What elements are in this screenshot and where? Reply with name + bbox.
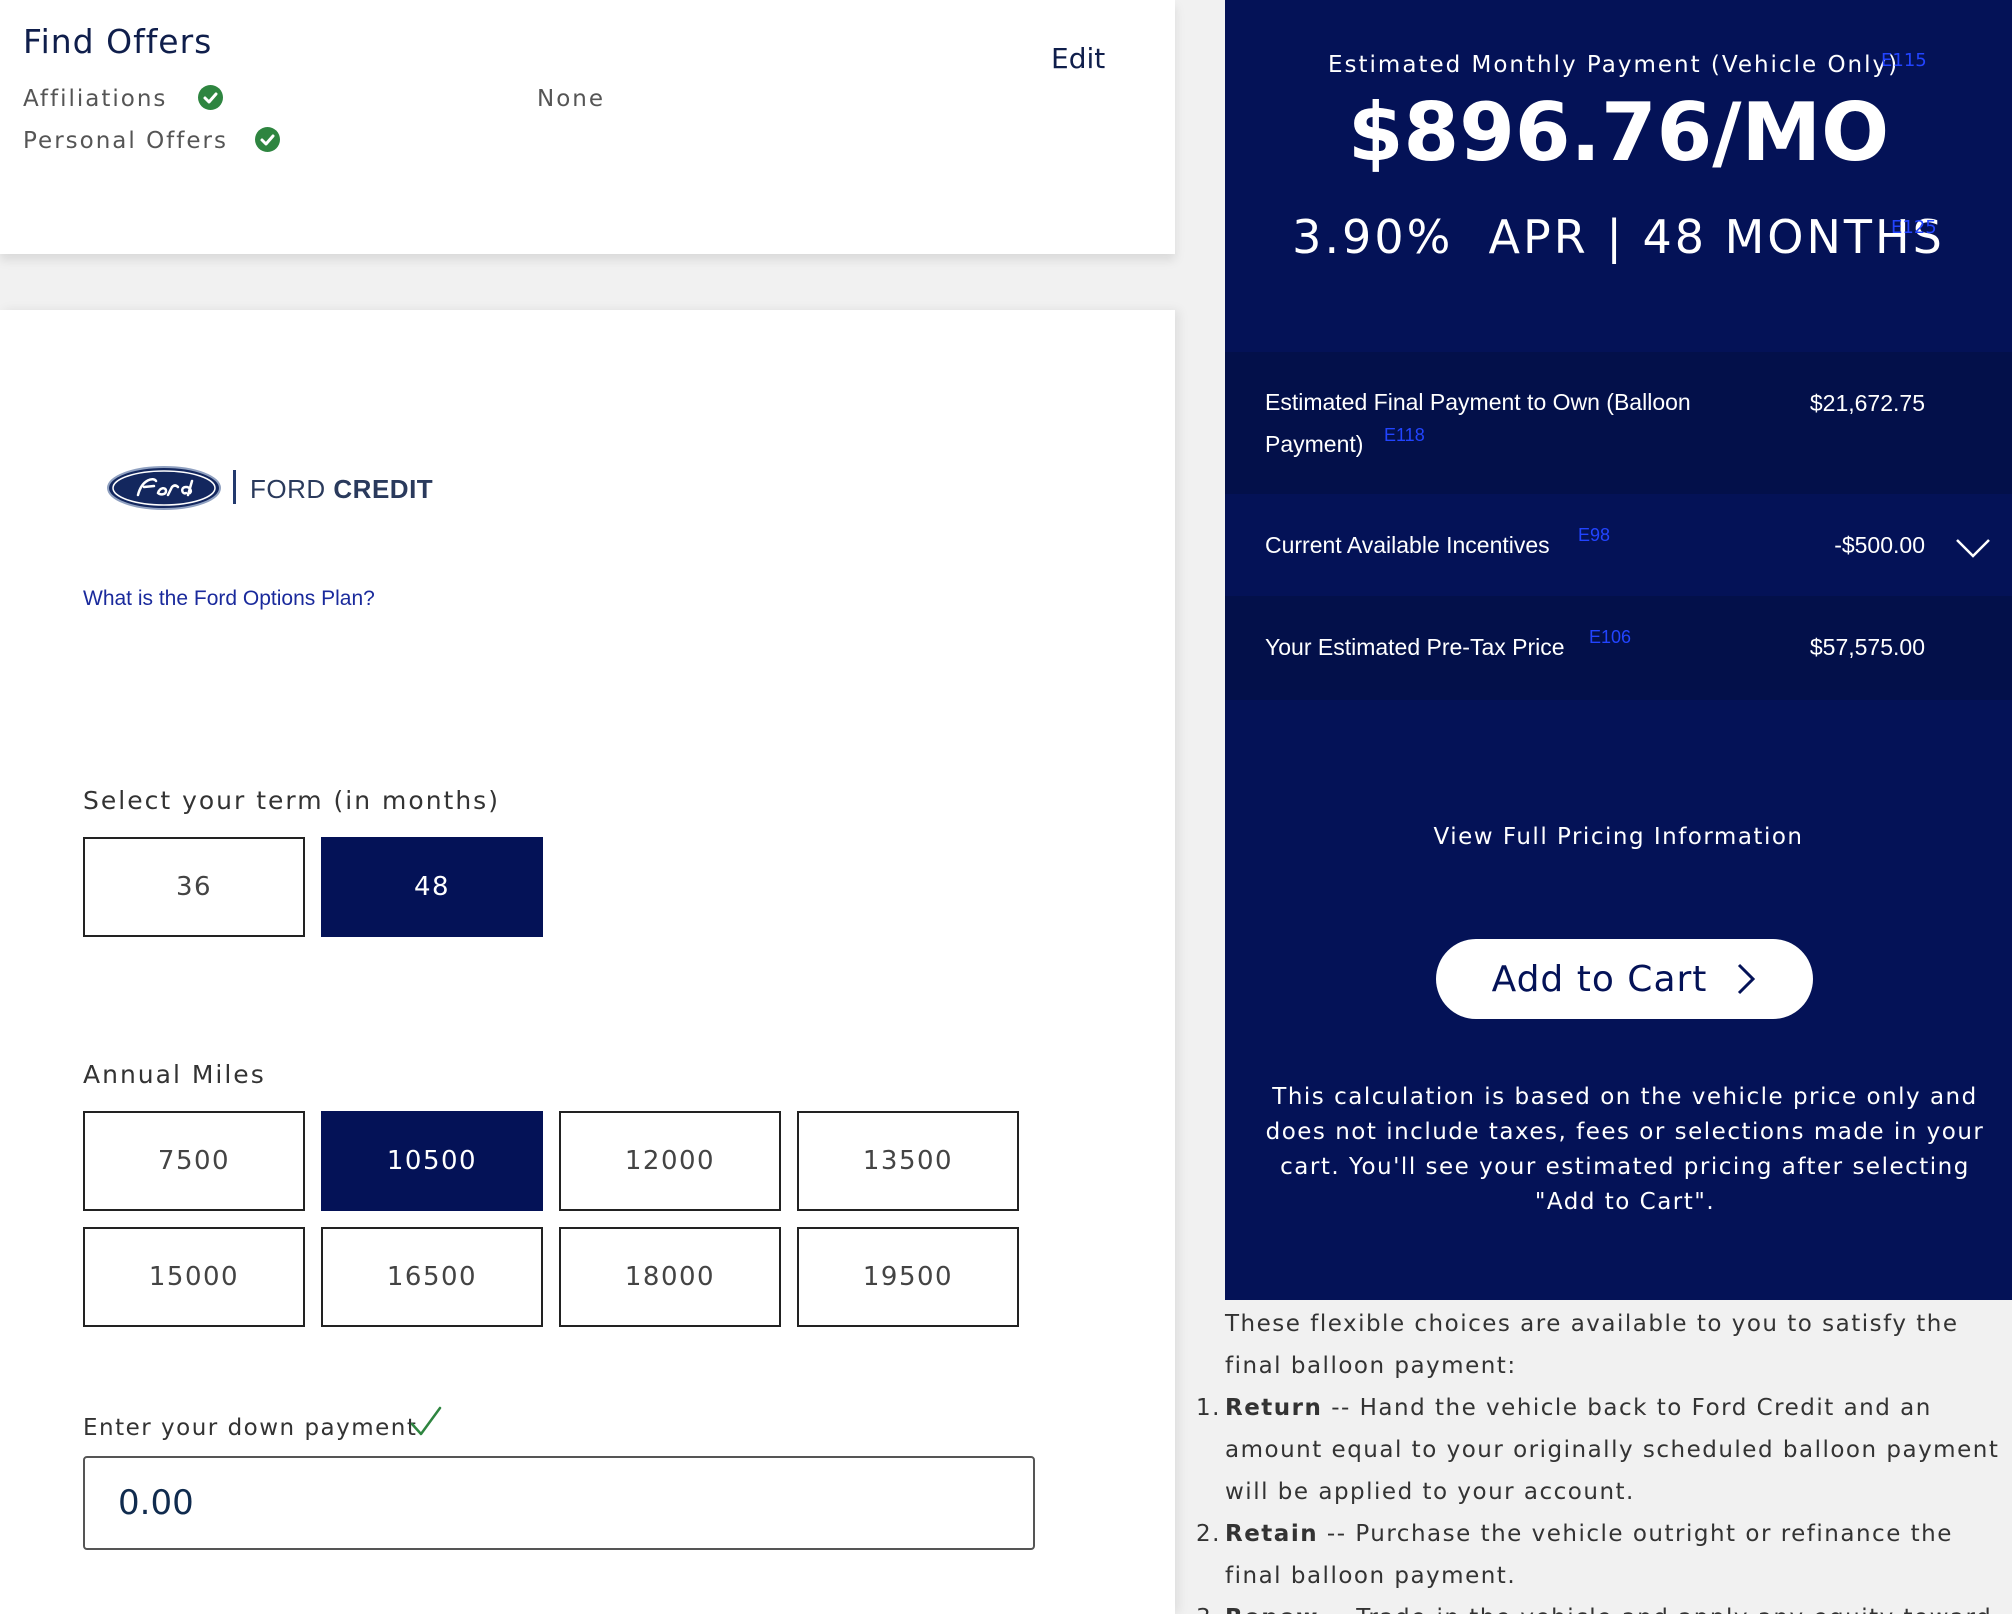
miles-option-12000[interactable]: 12000: [559, 1111, 781, 1211]
list-item-text: -- Purchase the vehicle outright or refi…: [1225, 1521, 1953, 1589]
affiliations-label: Affiliations: [23, 86, 168, 112]
chevron-down-icon[interactable]: [1955, 537, 1991, 559]
list-item-number: 2.: [1196, 1521, 1221, 1547]
incentives-label: Current Available Incentives: [1265, 532, 1550, 558]
balloon-choices-intro: These flexible choices are available to …: [1225, 1311, 1959, 1379]
list-item-title: Return: [1225, 1395, 1323, 1421]
balloon-choices-list: 1. Return -- Hand the vehicle back to For…: [1196, 1387, 2012, 1614]
find-offers-title: Find Offers: [23, 22, 213, 61]
add-to-cart-button[interactable]: Add to Cart: [1436, 939, 1813, 1019]
down-payment-label: Enter your down payment: [83, 1415, 418, 1441]
check-circle-icon: [198, 85, 223, 110]
estimated-monthly-ref[interactable]: E115: [1881, 50, 1927, 71]
annual-miles-label: Annual Miles: [83, 1060, 266, 1089]
list-item-text: -- Trade-in the vehicle and apply any eq…: [1225, 1605, 1992, 1614]
list-item-number: 3.: [1196, 1597, 1221, 1614]
checkmark-icon: [408, 1404, 444, 1444]
miles-option-18000[interactable]: 18000: [559, 1227, 781, 1327]
pretax-price-ref[interactable]: E106: [1589, 627, 1631, 648]
list-item-title: Retain: [1225, 1521, 1319, 1547]
ford-logo-icon: [106, 465, 222, 511]
list-item-text: -- Hand the vehicle back to Ford Credit …: [1225, 1395, 2000, 1505]
calculation-disclaimer: This calculation is based on the vehicle…: [1265, 1084, 1985, 1215]
wordmark-regular: FORD: [250, 474, 326, 504]
term-label: Select your term (in months): [83, 786, 500, 815]
edit-offers-link[interactable]: Edit: [1051, 42, 1105, 75]
down-payment-input[interactable]: 0.00: [83, 1456, 1035, 1550]
term-option-36[interactable]: 36: [83, 837, 305, 937]
check-circle-icon: [255, 127, 280, 152]
miles-option-19500[interactable]: 19500: [797, 1227, 1019, 1327]
pretax-price-value: $57,575.00: [1809, 634, 1925, 660]
miles-option-7500[interactable]: 7500: [83, 1111, 305, 1211]
ford-credit-wordmark: FORD CREDIT: [250, 474, 433, 505]
miles-option-16500[interactable]: 16500: [321, 1227, 543, 1327]
ford-options-plan-link[interactable]: What is the Ford Options Plan?: [83, 587, 375, 611]
list-item-number: 1.: [1196, 1395, 1221, 1421]
incentives-value: -$500.00: [1834, 532, 1925, 558]
monthly-payment-amount: $896.76/MO: [1347, 86, 1890, 179]
view-full-pricing-link[interactable]: View Full Pricing Information: [1225, 824, 2012, 850]
affiliations-value: None: [537, 86, 606, 112]
incentives-ref[interactable]: E98: [1578, 525, 1610, 546]
balloon-payment-ref[interactable]: E118: [1384, 425, 1425, 446]
list-item: 2. Retain -- Purchase the vehicle outrigh…: [1196, 1513, 2012, 1597]
miles-option-15000[interactable]: 15000: [83, 1227, 305, 1327]
term-option-48[interactable]: 48: [321, 837, 543, 937]
miles-option-13500[interactable]: 13500: [797, 1111, 1019, 1211]
apr-ref[interactable]: E125: [1891, 217, 1937, 238]
estimated-monthly-label: Estimated Monthly Payment (Vehicle Only): [1328, 52, 1900, 78]
pretax-price-label: Your Estimated Pre-Tax Price: [1265, 634, 1565, 660]
personal-offers-label: Personal Offers: [23, 128, 228, 154]
miles-option-10500[interactable]: 10500: [321, 1111, 543, 1211]
logo-divider: [233, 470, 236, 504]
list-item: 1. Return -- Hand the vehicle back to For…: [1196, 1387, 2012, 1513]
add-to-cart-label: Add to Cart: [1491, 958, 1708, 1000]
chevron-right-icon: [1735, 962, 1757, 996]
list-item-title: Renew: [1225, 1605, 1319, 1614]
list-item: 3. Renew -- Trade-in the vehicle and appl…: [1196, 1597, 2012, 1614]
balloon-payment-value: $21,672.75: [1809, 390, 1925, 416]
wordmark-bold: CREDIT: [333, 474, 434, 504]
